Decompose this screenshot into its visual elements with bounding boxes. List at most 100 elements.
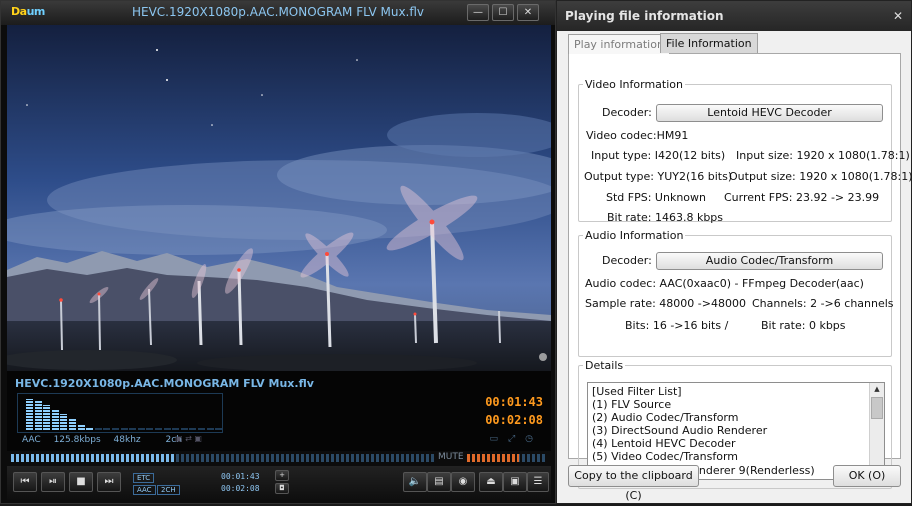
mute-label[interactable]: MUTE <box>438 452 464 462</box>
settings-button[interactable]: ◉ <box>451 472 475 492</box>
filter-list-item: (2) Audio Codec/Transform <box>592 411 739 425</box>
seek-bar[interactable] <box>11 454 435 462</box>
eq-bar <box>34 401 42 430</box>
stop-icon: ■ <box>76 476 86 487</box>
sample-rate: Sample rate: 48000 ->48000 <box>585 297 746 310</box>
tab-panel: Video Information Decoder: Lentoid HEVC … <box>568 53 912 489</box>
dialog-title: Playing file information <box>565 9 724 23</box>
minimize-button[interactable]: — <box>467 4 489 21</box>
std-fps: Std FPS: Unknown <box>606 191 706 204</box>
filter-list-item: (3) DirectSound Audio Renderer <box>592 424 768 438</box>
prev-icon: ⏮ <box>20 476 30 487</box>
settings-icon: ◉ <box>458 476 468 487</box>
eject-button[interactable]: ⏏ <box>479 472 503 492</box>
eq-bar <box>103 428 111 430</box>
audio-codec: Audio codec: AAC(0xaac0) - FFmpeg Decode… <box>585 277 864 290</box>
eq-bar <box>120 428 128 430</box>
camera-icon: ◘ <box>279 484 285 492</box>
prev-button[interactable]: ⏮ <box>13 472 37 492</box>
stop-button[interactable]: ■ <box>69 472 93 492</box>
etc-pill[interactable]: ETC <box>133 473 155 483</box>
ok-button[interactable]: OK (O) <box>833 465 901 487</box>
copy-clipboard-button[interactable]: Copy to the clipboard (C) <box>568 465 699 502</box>
file-title: HEVC.1920X1080p.AAC.MONOGRAM FLV Mux.flv <box>15 377 314 390</box>
eq-bar <box>189 428 197 430</box>
video-decoder-button[interactable]: Lentoid HEVC Decoder <box>656 104 883 122</box>
pause-icon: ⏯ <box>49 476 57 487</box>
subtitle-button[interactable]: ▤ <box>427 472 451 492</box>
capture-button[interactable]: ▣ <box>503 472 527 492</box>
channels: Channels: 2 ->6 channels <box>752 297 894 310</box>
details-legend: Details <box>585 359 624 372</box>
input-size: Input size: 1920 x 1080(1.78:1) <box>736 149 910 162</box>
video-scene <box>7 25 551 371</box>
audio-info-legend: Audio Information <box>585 229 684 242</box>
repeat-a-icon[interactable]: ▣ ⇄ ▣ <box>175 434 202 443</box>
audio-rate: 48khz <box>113 435 141 445</box>
playlist-button[interactable]: ☰ <box>527 472 549 492</box>
capture-small-button[interactable]: ◘ <box>275 483 289 494</box>
pause-button[interactable]: ⏯ <box>41 472 65 492</box>
output-size: Output size: 1920 x 1080(1.78:1) <box>729 170 912 183</box>
speaker-icon: 🔈 <box>408 476 422 487</box>
filter-list-item: (4) Lentoid HEVC Decoder <box>592 437 736 451</box>
audio-visualizer <box>17 393 223 433</box>
audio-decoder-button[interactable]: Audio Codec/Transform <box>656 252 883 270</box>
input-type: Input type: I420(12 bits) <box>591 149 726 162</box>
frame-up-button[interactable]: + <box>275 470 289 481</box>
filter-list-item: (1) FLV Source <box>592 398 672 412</box>
output-type: Output type: YUY2(16 bits) <box>584 170 733 183</box>
filter-list: [Used Filter List] (1) FLV Source (2) Audi… <box>592 385 815 477</box>
aac-pill[interactable]: AAC <box>133 485 156 495</box>
volume-fill <box>467 454 519 462</box>
video-codec: Video codec:HM91 <box>586 129 689 142</box>
seek-fill <box>11 454 177 462</box>
time-current[interactable]: 00:01:43 <box>485 395 543 409</box>
video-decoder-label: Decoder: <box>602 106 652 119</box>
capture-icon: ▣ <box>510 476 520 487</box>
eq-bar <box>86 427 94 430</box>
time-total[interactable]: 00:02:08 <box>485 413 543 427</box>
dialog-titlebar[interactable]: Playing file information ✕ <box>557 1 911 31</box>
tab-file-information[interactable]: File Information <box>660 33 758 53</box>
video-bit-rate: Bit rate: 1463.8 kbps <box>607 211 724 224</box>
video-frame[interactable] <box>7 25 551 371</box>
eq-bar <box>51 410 59 430</box>
tab-play-information[interactable]: Play information <box>568 34 670 54</box>
scroll-thumb[interactable] <box>871 397 883 419</box>
eq-bar <box>69 419 76 430</box>
player-titlebar[interactable]: Daum HEVC.1920X1080p.AAC.MONOGRAM FLV Mu… <box>1 1 555 25</box>
eq-bar <box>43 404 51 430</box>
eq-bar <box>60 413 68 430</box>
info-band: HEVC.1920X1080p.AAC.MONOGRAM FLV Mux.flv… <box>7 371 551 451</box>
eq-bar <box>129 428 137 430</box>
eq-bar <box>172 428 180 430</box>
maximize-button[interactable]: ☐ <box>492 4 514 21</box>
close-icon[interactable]: ✕ <box>893 9 903 23</box>
volume-button[interactable]: 🔈 <box>403 472 427 492</box>
scroll-up-icon[interactable]: ▲ <box>871 383 883 395</box>
eq-bar <box>26 399 33 430</box>
2ch-pill[interactable]: 2CH <box>157 485 180 495</box>
volume-bar[interactable] <box>467 454 547 462</box>
screen-mode-icons[interactable]: ▭⤢◷ <box>489 434 543 444</box>
eq-bar <box>155 428 162 430</box>
audio-bits: Bits: 16 ->16 bits / <box>625 319 729 332</box>
audio-bitrate: 125.8kbps <box>53 435 101 445</box>
subtitle-icon: ▤ <box>434 476 444 487</box>
playlist-icon: ☰ <box>533 476 543 487</box>
lcd-total: 00:02:08 <box>221 484 260 493</box>
current-fps: Current FPS: 23.92 -> 23.99 <box>724 191 880 204</box>
eq-bar <box>77 424 85 430</box>
eq-bar <box>163 428 171 430</box>
eq-bar <box>180 428 188 430</box>
eject-icon: ⏏ <box>486 476 496 487</box>
next-button[interactable]: ⏭ <box>97 472 121 492</box>
filter-list-item: [Used Filter List] <box>592 385 682 398</box>
eq-bar <box>146 428 154 430</box>
video-info-group: Video Information Decoder: Lentoid HEVC … <box>578 78 912 224</box>
audio-meta: AAC 125.8kbps 48khz 2ch <box>22 435 192 445</box>
eq-bar <box>94 428 102 430</box>
audio-format: AAC <box>22 435 41 445</box>
close-player-button[interactable]: ✕ <box>517 4 539 21</box>
